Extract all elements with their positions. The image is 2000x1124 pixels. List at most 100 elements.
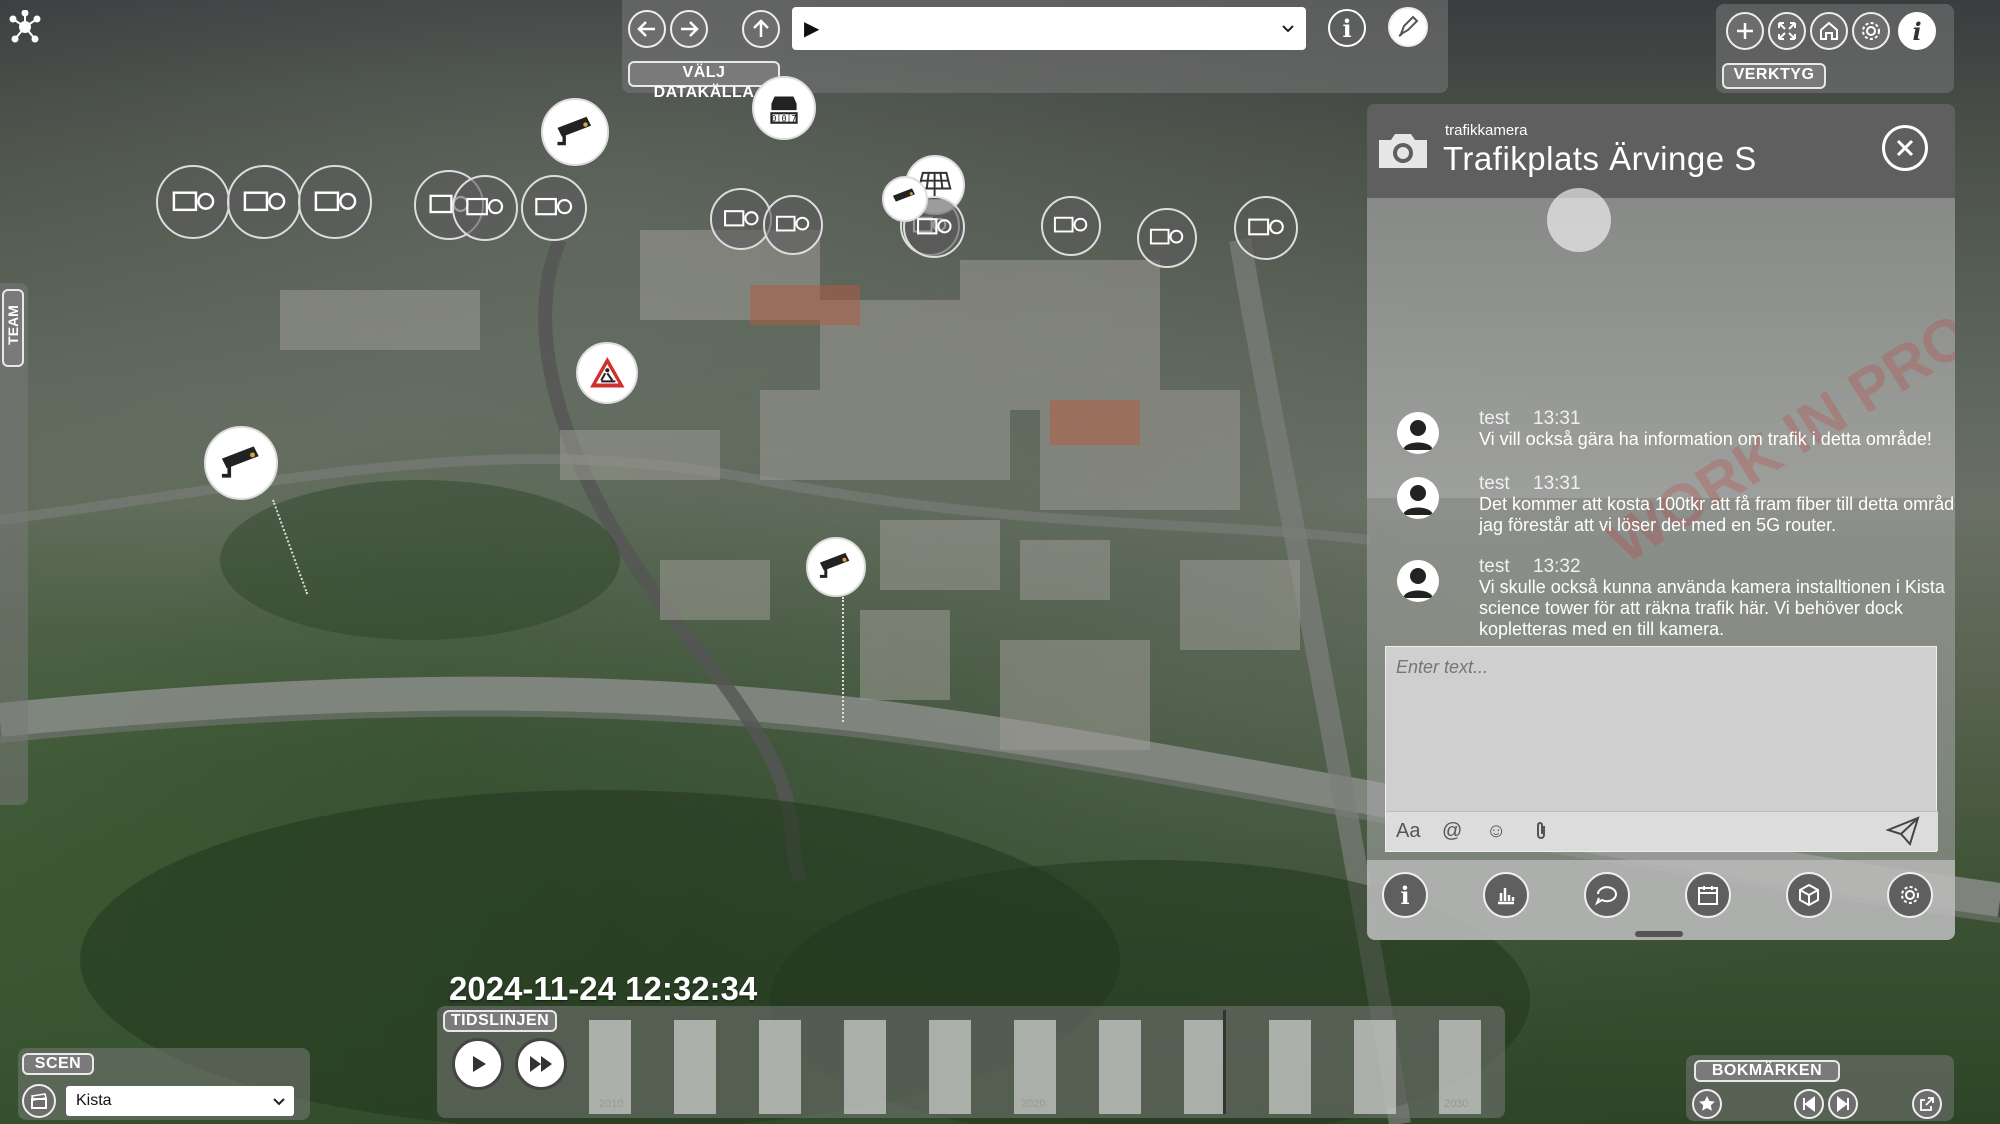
router-icon	[314, 190, 356, 211]
map-marker-device[interactable]	[521, 175, 587, 241]
gear-icon	[1862, 22, 1880, 40]
user-icon	[1403, 485, 1433, 515]
map-marker-traffic-counter[interactable]: 0|0|7	[752, 76, 816, 140]
tools-label[interactable]: VERKTYG	[1722, 63, 1826, 89]
marker-stem	[842, 597, 844, 722]
timeline-year-label: 2020	[1021, 1098, 1046, 1110]
map-marker-device[interactable]	[1137, 208, 1197, 268]
scene-panel: SCEN Kista	[18, 1048, 310, 1120]
tab-calendar[interactable]	[1685, 872, 1731, 918]
bookmarks-panel: BOKMÄRKEN	[1686, 1055, 1954, 1121]
bar-chart-icon	[1498, 888, 1515, 905]
emoji-button[interactable]: ☺	[1486, 820, 1506, 843]
timeline-track[interactable]: 2010 2020 2030	[589, 1006, 1489, 1118]
chat-input[interactable]	[1386, 647, 1936, 811]
settings-button[interactable]	[1852, 12, 1890, 50]
chevron-down-icon	[1282, 25, 1294, 33]
send-button[interactable]	[1884, 816, 1920, 852]
add-button[interactable]	[1726, 12, 1764, 50]
tab-settings[interactable]	[1887, 872, 1933, 918]
camera-icon	[1379, 134, 1427, 168]
cube-icon	[1799, 883, 1819, 907]
tab-chat[interactable]	[1584, 872, 1630, 918]
map-marker-device[interactable]	[156, 165, 230, 239]
map-marker-roadwork[interactable]	[576, 342, 638, 404]
paperclip-icon	[1537, 822, 1545, 839]
timeline-segment	[1354, 1020, 1396, 1114]
svg-text:0|0|7: 0|0|7	[771, 114, 796, 124]
bookmark-previous-button[interactable]	[1794, 1089, 1824, 1119]
map-marker-device[interactable]	[763, 195, 823, 255]
panel-tab-bar: i	[1367, 860, 1955, 940]
avatar	[1397, 477, 1439, 519]
font-format-button[interactable]: Aa	[1396, 820, 1420, 843]
timeline-segment	[1184, 1020, 1226, 1114]
data-source-label[interactable]: VÄLJ DATAKÄLLA	[628, 61, 780, 101]
panel-subtitle: trafikkamera	[1445, 122, 1528, 139]
info-button[interactable]: i	[1328, 9, 1366, 47]
info-panel: trafikkamera Trafikplats Ärvinge S WORK …	[1367, 104, 1955, 940]
timeline-cursor[interactable]	[1223, 1010, 1226, 1114]
timeline-datetime: 2024-11-24 12:32:34	[449, 970, 758, 1007]
timeline-segment	[674, 1020, 716, 1114]
bookmarks-label[interactable]: BOKMÄRKEN	[1694, 1060, 1840, 1082]
arrow-right-icon	[681, 21, 699, 37]
chat-toolbar: Aa @ ☺	[1386, 811, 1938, 851]
timeline-segment	[1099, 1020, 1141, 1114]
tab-3d-model[interactable]	[1786, 872, 1832, 918]
tab-info[interactable]: i	[1382, 872, 1428, 918]
timeline-segment	[1269, 1020, 1311, 1114]
map-marker-device[interactable]	[1041, 196, 1101, 256]
message-time: 13:31	[1533, 408, 1581, 429]
info-icon: i	[1400, 880, 1410, 910]
message-author: test	[1479, 556, 1510, 577]
up-button[interactable]	[742, 10, 780, 48]
timeline-year-label: 2010	[599, 1098, 624, 1110]
camera-preview: WORK IN PROGRESS	[1367, 188, 1955, 576]
scene-label[interactable]: SCEN	[22, 1053, 94, 1075]
map-marker-device[interactable]	[298, 165, 372, 239]
home-button[interactable]	[1810, 12, 1848, 50]
bookmark-next-button[interactable]	[1828, 1089, 1858, 1119]
bookmark-add-button[interactable]	[1692, 1089, 1722, 1119]
tab-statistics[interactable]	[1483, 872, 1529, 918]
car-counter-icon: 0|0|7	[770, 96, 798, 124]
map-marker-device[interactable]	[1234, 196, 1298, 260]
draw-button[interactable]	[1388, 7, 1428, 47]
router-icon	[243, 190, 285, 211]
attach-button[interactable]	[1532, 820, 1550, 848]
fullscreen-button[interactable]	[1768, 12, 1806, 50]
fast-forward-button[interactable]	[515, 1038, 567, 1090]
map-marker-device[interactable]	[452, 175, 518, 241]
back-button[interactable]	[628, 10, 666, 48]
router-icon	[776, 216, 810, 232]
forward-button[interactable]	[670, 10, 708, 48]
scene-icon-button[interactable]	[22, 1084, 56, 1118]
map-marker-camera[interactable]	[541, 98, 609, 166]
team-tab[interactable]: TEAM	[2, 289, 24, 367]
skip-next-icon	[1837, 1096, 1849, 1112]
router-icon	[535, 198, 573, 216]
star-icon	[1699, 1096, 1715, 1111]
data-source-dropdown[interactable]: ▶	[792, 7, 1306, 50]
info-italic-icon: i	[1912, 16, 1922, 46]
mention-button[interactable]: @	[1442, 820, 1462, 843]
team-side-panel: TEAM	[0, 283, 28, 805]
play-button[interactable]	[452, 1038, 504, 1090]
plus-icon	[1737, 23, 1753, 39]
panel-drag-handle[interactable]	[1635, 931, 1683, 937]
map-marker-camera[interactable]	[806, 537, 866, 597]
network-menu-icon[interactable]	[8, 9, 42, 44]
about-button[interactable]: i	[1898, 12, 1936, 50]
map-marker-device[interactable]	[227, 165, 301, 239]
scene-select[interactable]: Kista	[66, 1086, 294, 1116]
timeline-label[interactable]: TIDSLINJEN	[443, 1010, 557, 1032]
chat-bubble-icon	[1594, 886, 1617, 906]
message-text: Vi skulle också kunna använda kamera ins…	[1479, 577, 1945, 639]
message-time: 13:31	[1533, 473, 1581, 494]
bookmark-share-button[interactable]	[1912, 1089, 1942, 1119]
chat-input-box: Aa @ ☺	[1385, 646, 1938, 852]
map-marker-camera[interactable]	[882, 176, 928, 222]
close-panel-button[interactable]	[1882, 125, 1928, 171]
map-marker-camera[interactable]	[204, 426, 278, 500]
